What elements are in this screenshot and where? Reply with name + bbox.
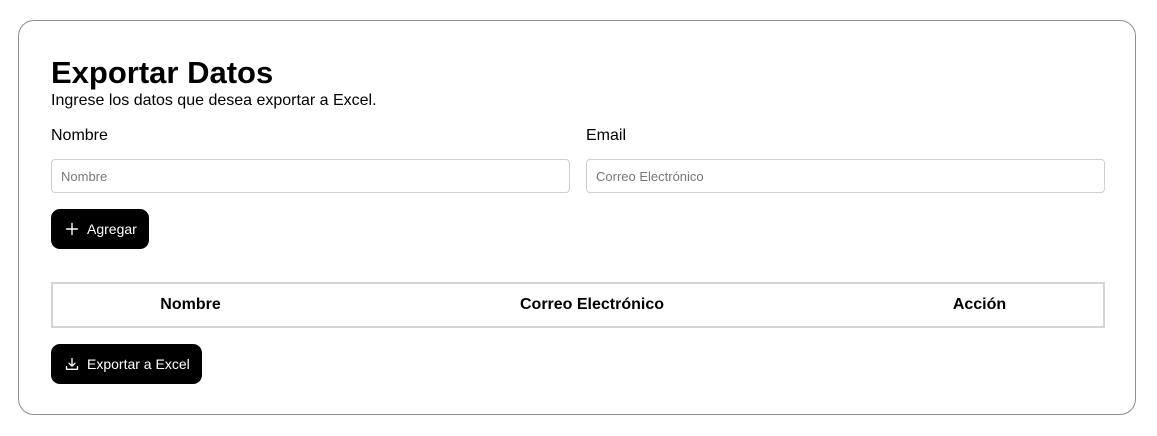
table-header-nombre: Nombre xyxy=(160,296,221,313)
email-input[interactable] xyxy=(586,159,1105,193)
table-header-correo: Correo Electrónico xyxy=(519,296,665,313)
download-icon xyxy=(65,357,79,371)
page-subtitle: Ingrese los datos que desea exportar a E… xyxy=(51,92,377,109)
data-table: Nombre Correo Electrónico Acción xyxy=(51,282,1105,328)
export-button-label: Exportar a Excel xyxy=(87,356,190,372)
email-label: Email xyxy=(586,127,627,144)
export-card: Exportar Datos Ingrese los datos que des… xyxy=(18,20,1136,415)
page-title: Exportar Datos xyxy=(51,55,274,90)
name-label: Nombre xyxy=(51,127,108,144)
plus-icon xyxy=(65,222,79,236)
table-header-accion: Acción xyxy=(952,296,1007,313)
add-button-label: Agregar xyxy=(87,221,137,237)
export-excel-button[interactable]: Exportar a Excel xyxy=(51,344,202,384)
add-button[interactable]: Agregar xyxy=(51,209,149,249)
name-input[interactable] xyxy=(51,159,570,193)
